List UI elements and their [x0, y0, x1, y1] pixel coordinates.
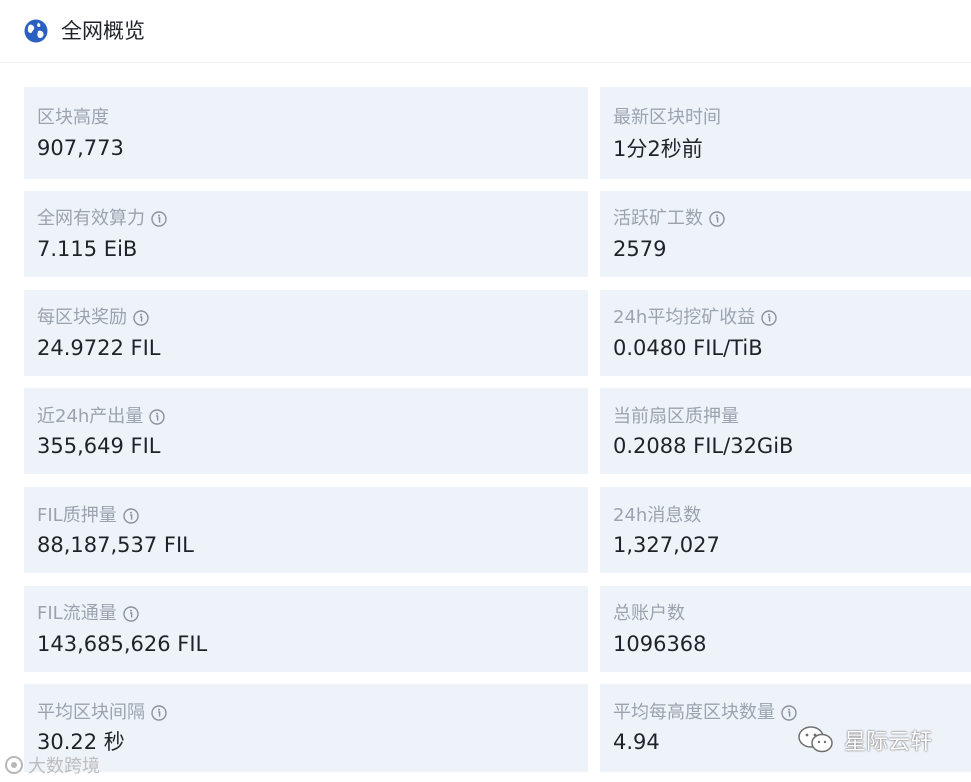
info-icon[interactable]: [781, 705, 797, 721]
card-value: 4.94: [613, 730, 660, 754]
card-value: 355,649 FIL: [37, 434, 161, 458]
card-value: 0.0480 FIL/TiB: [613, 336, 763, 360]
card-label: 全网有效算力: [37, 208, 145, 229]
info-icon[interactable]: [149, 409, 166, 425]
overview-header: 全网概览: [0, 0, 971, 63]
watermark-left-text: 大数跨境: [28, 756, 100, 777]
card-total-accounts: 总账户数 1096368: [600, 586, 971, 672]
card-value: 1096368: [613, 632, 707, 656]
card-value: 24.9722 FIL: [37, 336, 161, 360]
card-latest-block-time: 最新区块时间 1分2秒前: [600, 87, 971, 179]
watermark-right-text: 星际云轩: [844, 730, 933, 755]
card-label: 区块高度: [37, 107, 109, 128]
card-label: 平均每高度区块数量: [613, 702, 775, 723]
wechat-icon: [798, 726, 833, 753]
card-active-miners: 活跃矿工数 2579: [600, 191, 971, 277]
card-label: 近24h产出量: [37, 406, 144, 427]
card-value: 1,327,027: [613, 533, 720, 557]
card-label: FIL流通量: [37, 603, 117, 624]
globe-icon: [24, 19, 48, 43]
card-value: 7.115 EiB: [37, 237, 138, 261]
info-icon[interactable]: [151, 211, 167, 227]
card-label: 最新区块时间: [613, 107, 721, 128]
card-value: 907,773: [37, 136, 124, 160]
card-label: 活跃矿工数: [613, 208, 703, 229]
card-label: 总账户数: [613, 603, 685, 624]
card-value: 143,685,626 FIL: [37, 632, 208, 656]
card-messages-24h: 24h消息数 1,327,027: [600, 487, 971, 573]
overview-page: 全网概览 区块高度 907,773 最新区块时间 1分2秒前 全网有效算力 7.…: [0, 0, 971, 782]
page-title: 全网概览: [61, 19, 145, 43]
card-sector-pledge: 当前扇区质押量 0.2088 FIL/32GiB: [600, 388, 971, 474]
watermark-logo-icon: [5, 756, 23, 774]
info-icon[interactable]: [133, 310, 149, 326]
card-label: 平均区块间隔: [37, 702, 145, 723]
card-label: 24h平均挖矿收益: [613, 307, 756, 328]
info-icon[interactable]: [123, 606, 139, 622]
card-fil-pledge: FIL质押量 88,187,537 FIL: [24, 487, 588, 573]
card-block-reward: 每区块奖励 24.9722 FIL: [24, 290, 588, 376]
card-value: 88,187,537 FIL: [37, 533, 194, 557]
card-block-height: 区块高度 907,773: [24, 87, 588, 179]
info-icon[interactable]: [123, 508, 139, 524]
card-effective-power: 全网有效算力 7.115 EiB: [24, 191, 588, 277]
card-value: 0.2088 FIL/32GiB: [613, 434, 794, 458]
card-label: 24h消息数: [613, 505, 702, 526]
card-value: 1分2秒前: [613, 137, 703, 161]
card-value: 2579: [613, 237, 667, 261]
card-avg-block-interval: 平均区块间隔 30.22 秒: [24, 684, 588, 772]
card-label: 每区块奖励: [37, 307, 127, 328]
info-icon[interactable]: [151, 705, 167, 721]
card-label: 当前扇区质押量: [613, 406, 739, 427]
info-icon[interactable]: [709, 211, 725, 227]
info-icon[interactable]: [761, 310, 778, 326]
card-mining-yield: 24h平均挖矿收益 0.0480 FIL/TiB: [600, 290, 971, 376]
card-label: FIL质押量: [37, 505, 117, 526]
watermark-right: 星际云轩: [796, 724, 932, 756]
watermark-left: 大数跨境: [4, 752, 100, 778]
card-output-24h: 近24h产出量 355,649 FIL: [24, 388, 588, 474]
card-fil-circulating: FIL流通量 143,685,626 FIL: [24, 586, 588, 672]
